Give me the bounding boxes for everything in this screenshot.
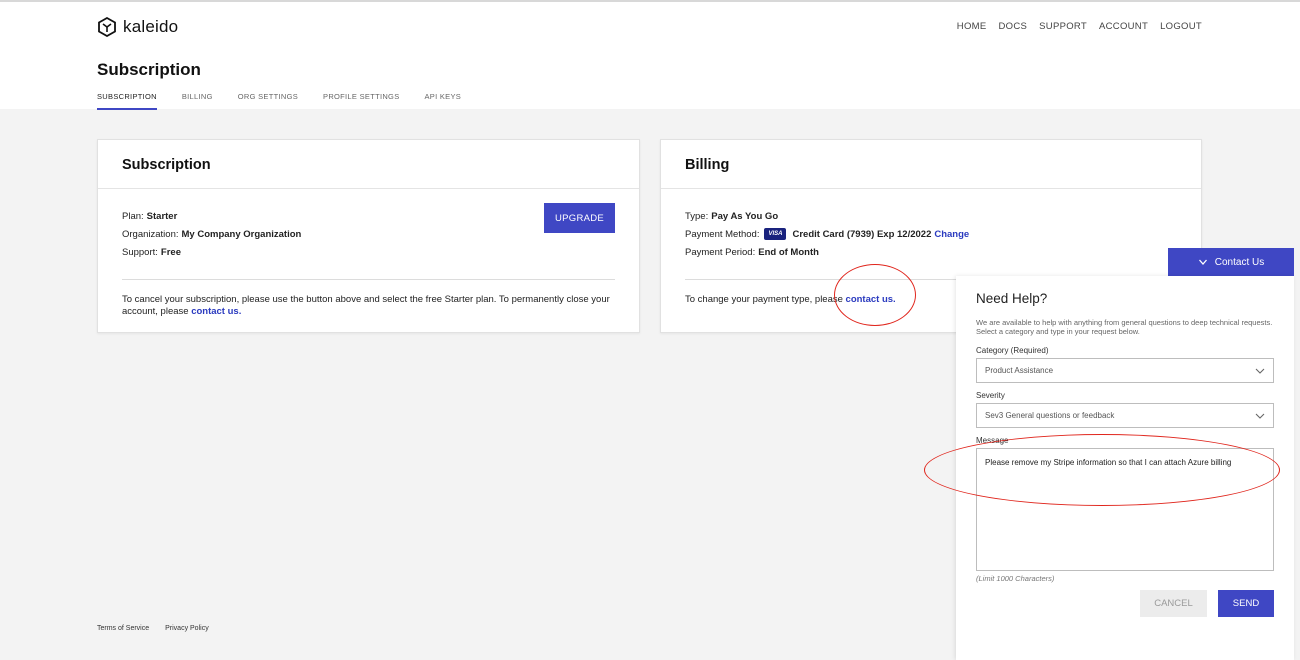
character-limit: (Limit 1000 Characters) [976,574,1055,583]
plan-value: Starter [146,210,178,222]
contact-panel: Need Help? We are available to help with… [956,276,1294,660]
send-button[interactable]: SEND [1218,590,1274,617]
message-textarea[interactable]: Please remove my Stripe information so t… [976,448,1274,571]
chevron-down-icon [1255,413,1265,419]
upgrade-button[interactable]: UPGRADE [544,203,615,233]
type-row: Type: Pay As You Go [685,207,1177,225]
privacy-link[interactable]: Privacy Policy [165,625,209,632]
tab-subscription[interactable]: SUBSCRIPTION [97,92,157,110]
change-payment-link[interactable]: Change [934,229,969,240]
billing-card-title: Billing [661,140,1201,189]
header: kaleido HOME DOCS SUPPORT ACCOUNT LOGOUT… [0,2,1300,110]
payment-method-row: Payment Method: VISA Credit Card (7939) … [685,225,1177,243]
nav-account[interactable]: ACCOUNT [1099,21,1148,32]
chevron-down-icon [1198,259,1207,265]
billing-details: Type: Pay As You Go Payment Method: VISA… [661,189,1201,279]
subscription-card-title: Subscription [98,140,639,189]
category-label: Category (Required) [976,346,1049,355]
terms-link[interactable]: Terms of Service [97,625,149,632]
message-label: Message [976,436,1009,445]
page-title: Subscription [97,60,201,79]
brand-name: kaleido [123,17,179,36]
contact-us-tab-label: Contact Us [1214,256,1265,268]
nav-home[interactable]: HOME [957,21,987,32]
visa-card-icon: VISA [764,228,787,240]
contact-us-tab[interactable]: Contact Us [1168,248,1294,276]
category-value: Product Assistance [985,366,1054,375]
plan-label: Plan: [122,210,144,222]
nav-docs[interactable]: DOCS [998,21,1027,32]
organization-value: My Company Organization [181,228,302,240]
sub-tabs: SUBSCRIPTION BILLING ORG SETTINGS PROFIL… [97,92,461,110]
tab-org-settings[interactable]: ORG SETTINGS [238,92,298,110]
plan-row: Plan: Starter [122,207,615,225]
type-label: Type: [685,210,709,222]
top-nav: HOME DOCS SUPPORT ACCOUNT LOGOUT [957,21,1202,32]
contact-us-link[interactable]: contact us. [846,294,896,305]
organization-label: Organization: [122,228,179,240]
payment-period-row: Payment Period: End of Month [685,243,1177,261]
severity-label: Severity [976,391,1005,400]
subscription-card: Subscription Plan: Starter Organization:… [97,139,640,333]
logo[interactable]: kaleido [97,17,178,37]
support-row: Support: Free [122,243,615,261]
tab-profile-settings[interactable]: PROFILE SETTINGS [323,92,399,110]
category-select[interactable]: Product Assistance [976,358,1274,383]
payment-method-label: Payment Method: [685,228,760,240]
type-value: Pay As You Go [711,210,779,222]
payment-period-label: Payment Period: [685,246,756,258]
panel-title: Need Help? [976,291,1048,306]
chevron-down-icon [1255,368,1265,374]
nav-support[interactable]: SUPPORT [1039,21,1087,32]
nav-logout[interactable]: LOGOUT [1160,21,1202,32]
billing-note-text: To change your payment type, please [685,294,846,305]
panel-description: We are available to help with anything f… [976,318,1273,336]
contact-us-link[interactable]: contact us. [191,306,241,317]
support-value: Free [160,246,181,258]
footer: Terms of Service Privacy Policy [97,625,209,632]
support-label: Support: [122,246,158,258]
subscription-note: To cancel your subscription, please use … [98,280,639,318]
tab-billing[interactable]: BILLING [182,92,213,110]
severity-select[interactable]: Sev3 General questions or feedback [976,403,1274,428]
cancel-button[interactable]: CANCEL [1140,590,1207,617]
payment-method-value: Credit Card (7939) Exp 12/2022 [792,228,932,240]
tab-api-keys[interactable]: API KEYS [425,92,462,110]
payment-period-value: End of Month [758,246,819,258]
severity-value: Sev3 General questions or feedback [985,411,1115,420]
kaleido-logo-icon [98,17,116,37]
organization-row: Organization: My Company Organization [122,225,615,243]
